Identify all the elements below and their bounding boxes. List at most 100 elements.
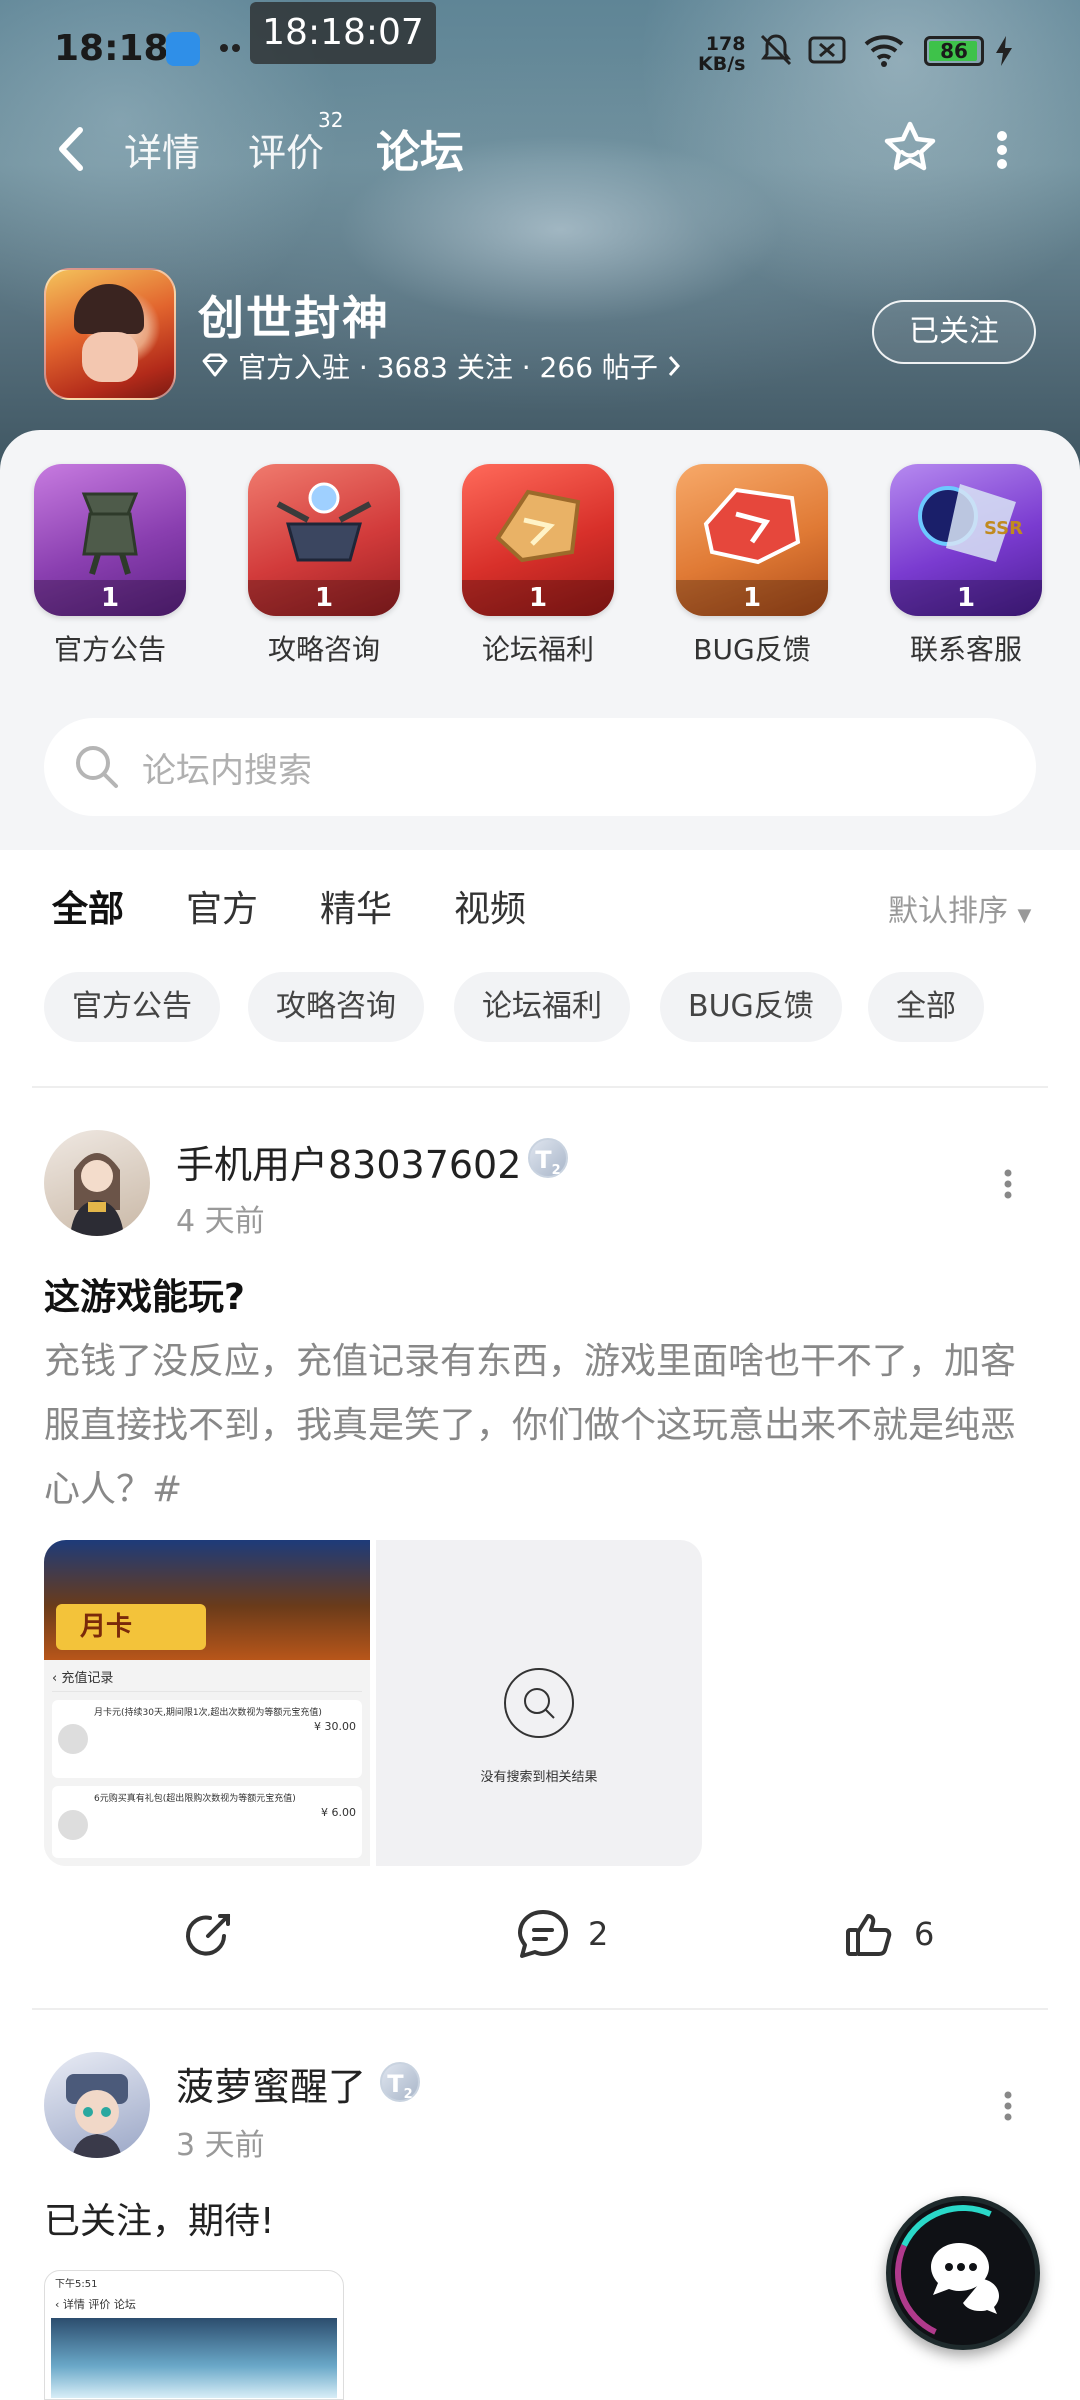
divider — [32, 2008, 1048, 2010]
chip-official-announcements[interactable]: 官方公告 — [44, 972, 220, 1042]
post-image-recharge-record[interactable]: 月卡 ‹ 充值记录 月卡元(持续30天,期间限1次,超出次数视为等额元宝充值) ¥… — [44, 1540, 370, 1866]
user-level-badge: T2 — [380, 2062, 420, 2102]
tab-details[interactable]: 详情 — [124, 122, 200, 177]
like-button[interactable]: 6 — [842, 1906, 934, 1962]
share-icon — [186, 1914, 230, 1956]
share-button[interactable] — [180, 1906, 236, 1962]
feed-tab-all[interactable]: 全部 — [52, 880, 125, 932]
category-count: 1 — [890, 580, 1042, 616]
recharge-record-title: 充值记录 — [61, 1671, 114, 1686]
post-body[interactable]: 充钱了没反应，充值记录有东西，游戏里面啥也干不了，加客服直接找不到，我真是笑了，… — [44, 1330, 1036, 1522]
feed-tab-video[interactable]: 视频 — [454, 880, 526, 932]
thumbs-up-icon — [846, 1914, 892, 1956]
mute-bell-icon — [760, 34, 792, 66]
top-nav: 详情 评价 32 论坛 — [0, 104, 1080, 194]
avatar[interactable] — [44, 2052, 150, 2158]
chip-strategy-consult[interactable]: 攻略咨询 — [248, 972, 424, 1042]
feed-tab-official[interactable]: 官方 — [186, 880, 258, 932]
battery-level: 86 — [940, 39, 968, 63]
forum-search-bar[interactable]: 论坛内搜索 — [44, 718, 1036, 816]
recharge-item-price: ¥ 30.00 — [314, 1720, 356, 1733]
post-more-icon[interactable] — [996, 2090, 1020, 2122]
level-letter: T — [535, 1146, 552, 1174]
reviews-count-badge: 32 — [318, 108, 344, 132]
status-bar: 18:18 18:18:07 178 KB/s 86 — [0, 0, 1080, 100]
thumb-time: 下午5:51 — [55, 2279, 98, 2290]
clock-overlay: 18:18:07 — [250, 2, 436, 64]
chip-bug-feedback[interactable]: BUG反馈 — [660, 972, 842, 1042]
post-image-screenshot[interactable]: 下午5:51 ‹ 详情 评价 论坛 — [44, 2270, 344, 2400]
recharge-item-text: 6元购买真有礼包(超出限购次数视为等额元宝充值) — [94, 1794, 296, 1804]
category-count: 1 — [34, 580, 186, 616]
search-icon — [76, 746, 118, 788]
category-label: BUG反馈 — [693, 633, 811, 666]
post-username[interactable]: 手机用户83037602 — [176, 1134, 521, 1189]
chat-bubbles-icon — [931, 2243, 999, 2314]
level-number: 2 — [403, 2086, 413, 2102]
comment-icon — [518, 1910, 568, 1958]
chevron-right-icon — [668, 356, 680, 376]
divider — [32, 1086, 1048, 1088]
category-label: 攻略咨询 — [267, 633, 380, 666]
battery-icon: 86 — [924, 36, 984, 66]
category-strategy-consult[interactable]: 1 攻略咨询 — [246, 464, 402, 668]
category-count: 1 — [462, 580, 614, 616]
recharge-row: 月卡元(持续30天,期间限1次,超出次数视为等额元宝充值) ¥ 30.00 — [52, 1700, 362, 1778]
level-letter: T — [387, 2070, 404, 2098]
cauldron-icon: 1 — [248, 464, 400, 616]
game-meta-text: 官方入驻 · 3683 关注 · 266 帖子 — [238, 351, 658, 384]
category-customer-service[interactable]: SSR 1 联系客服 — [888, 464, 1044, 668]
thumb-nav: ‹ 详情 评价 论坛 — [55, 2298, 136, 2311]
user-level-badge: T2 — [528, 1138, 568, 1178]
more-notifications-dot — [232, 44, 240, 52]
follow-button[interactable]: 已关注 — [872, 300, 1036, 364]
net-speed-unit: KB/s — [698, 53, 746, 75]
post-username[interactable]: 菠萝蜜醒了 — [176, 2056, 366, 2111]
favorite-star-icon[interactable] — [880, 118, 940, 178]
recharge-row: 6元购买真有礼包(超出限购次数视为等额元宝充值) ¥ 6.00 — [52, 1786, 362, 1858]
chip-forum-benefits[interactable]: 论坛福利 — [454, 972, 630, 1042]
post-title[interactable]: 这游戏能玩? — [44, 1268, 245, 1320]
back-arrow-icon[interactable] — [52, 124, 92, 174]
status-time: 18:18 — [54, 28, 169, 69]
net-speed: 178 KB/s — [698, 34, 745, 74]
comment-count: 2 — [588, 1915, 609, 1953]
red-crystal-icon: 1 — [676, 464, 828, 616]
category-bug-feedback[interactable]: 1 BUG反馈 — [674, 464, 830, 668]
game-meta[interactable]: 官方入驻 · 3683 关注 · 266 帖子 — [200, 346, 682, 386]
wifi-icon — [864, 35, 904, 67]
ssr-ticket-icon: SSR 1 — [890, 464, 1042, 616]
post-title[interactable]: 已关注，期待! — [44, 2192, 274, 2244]
chat-fab-button[interactable] — [886, 2196, 1040, 2350]
post-time: 3 天前 — [176, 2128, 265, 2163]
more-vertical-icon[interactable] — [990, 128, 1014, 172]
no-sim-icon — [808, 36, 846, 64]
game-title: 创世封神 — [198, 291, 390, 345]
tab-reviews[interactable]: 评价 — [248, 122, 324, 177]
post-more-icon[interactable] — [996, 1168, 1020, 1200]
sort-label: 默认排序 — [888, 894, 1008, 929]
gem-stone-icon: 1 — [462, 464, 614, 616]
comment-button[interactable]: 2 — [514, 1906, 608, 1962]
chip-all[interactable]: 全部 — [868, 972, 984, 1042]
sort-dropdown[interactable]: 默认排序 ▼ — [888, 886, 1031, 930]
empty-search-icon — [504, 1668, 574, 1738]
game-logo[interactable] — [44, 268, 176, 400]
post-time: 4 天前 — [176, 1204, 265, 1239]
gamepad-icon — [58, 1810, 88, 1840]
more-notifications-icon — [220, 44, 228, 52]
avatar[interactable] — [44, 1130, 150, 1236]
forum-categories-panel: 1 官方公告 1 攻略咨询 1 论坛福利 1 BUG反馈 SSR 1 联系客服 … — [0, 430, 1080, 850]
post-image-empty-search[interactable]: 没有搜索到相关结果 — [376, 1540, 702, 1866]
month-card-label: 月卡 — [56, 1604, 206, 1650]
game-screenshot-banner: 月卡 — [44, 1540, 370, 1660]
thumb-banner — [51, 2318, 337, 2398]
category-forum-benefits[interactable]: 1 论坛福利 — [460, 464, 616, 668]
tab-forum[interactable]: 论坛 — [376, 116, 464, 180]
feed-filters: 全部 官方 精华 视频 默认排序 ▼ 官方公告 攻略咨询 论坛福利 BUG反馈 … — [0, 850, 1080, 1080]
bronze-vessel-icon: 1 — [34, 464, 186, 616]
search-placeholder: 论坛内搜索 — [142, 750, 312, 791]
charging-icon — [996, 36, 1012, 66]
feed-tab-featured[interactable]: 精华 — [320, 880, 392, 932]
category-official-announcements[interactable]: 1 官方公告 — [32, 464, 188, 668]
